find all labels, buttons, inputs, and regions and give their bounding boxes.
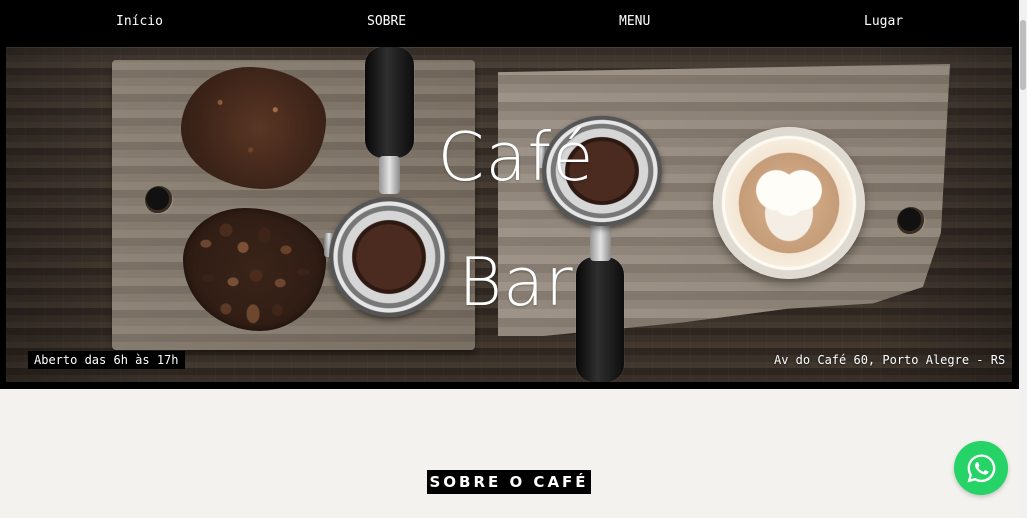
nav-link-inicio[interactable]: Início bbox=[116, 14, 163, 30]
coffee-hero-image: Café Bar bbox=[6, 47, 1012, 382]
latte-cup bbox=[713, 127, 865, 279]
portafilter-neck-left bbox=[379, 156, 400, 194]
about-coffee-heading: SOBRE O CAFÉ bbox=[427, 470, 591, 495]
nav-link-lugar[interactable]: Lugar bbox=[864, 14, 903, 30]
latte-art bbox=[725, 139, 853, 267]
opening-hours-label: Aberto das 6h às 17h bbox=[28, 351, 185, 369]
hero-title: Café Bar bbox=[437, 118, 595, 321]
coffee-site: Início SOBRE MENU Lugar Café Bar Aberto … bbox=[0, 0, 1019, 518]
whatsapp-icon bbox=[964, 451, 999, 486]
nav-link-menu[interactable]: MENU bbox=[619, 14, 650, 30]
top-navigation: Início SOBRE MENU Lugar bbox=[0, 0, 1019, 46]
board-hole-left bbox=[145, 186, 173, 214]
address-label: Av do Café 60, Porto Alegre - RS bbox=[774, 353, 1006, 367]
whatsapp-button[interactable] bbox=[954, 441, 1008, 495]
board-hole-right bbox=[897, 207, 925, 235]
scrollbar-thumb[interactable] bbox=[1020, 20, 1026, 90]
vertical-scrollbar[interactable] bbox=[1019, 0, 1027, 518]
hero-region: Início SOBRE MENU Lugar Café Bar Aberto … bbox=[0, 0, 1019, 389]
browser-viewport: Início SOBRE MENU Lugar Café Bar Aberto … bbox=[0, 0, 1027, 518]
portafilter-handle-top bbox=[365, 47, 414, 158]
nav-link-sobre[interactable]: SOBRE bbox=[367, 14, 406, 30]
